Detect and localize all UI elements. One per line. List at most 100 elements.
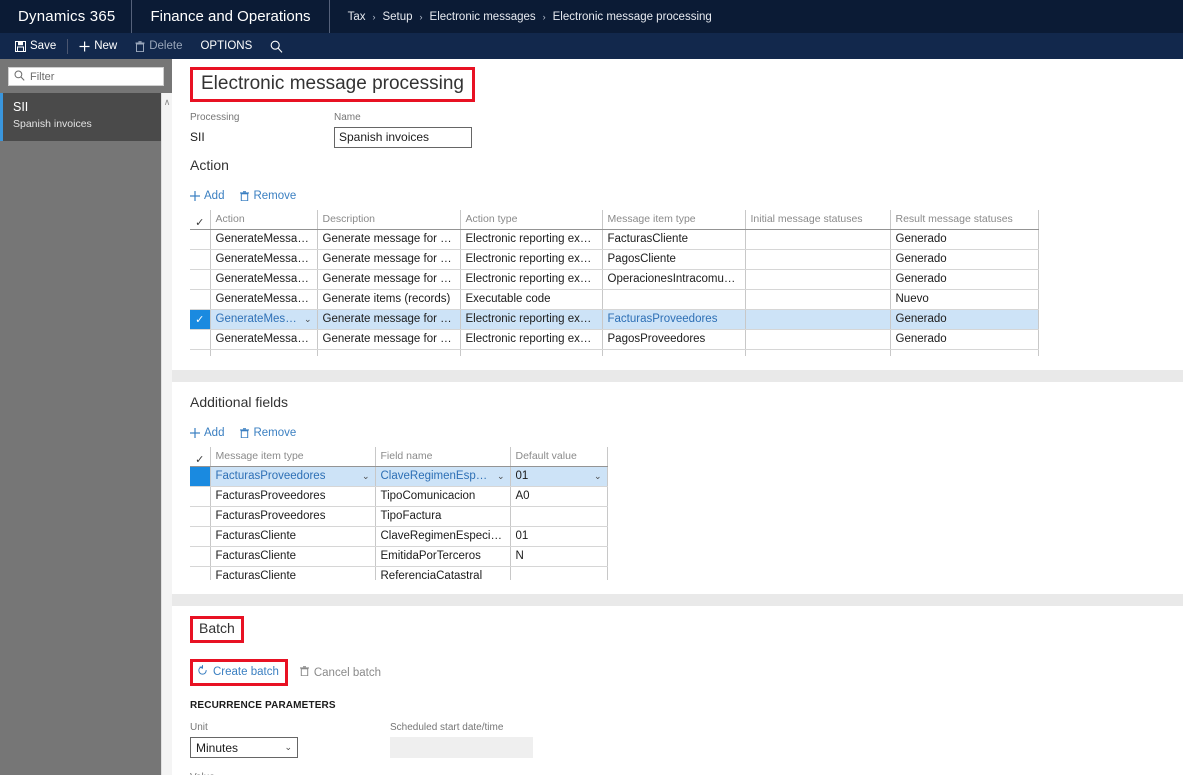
table-row[interactable]: GenerateMessageCP Generate message for C… [190, 249, 1039, 270]
cell-description[interactable]: Generate message for Vendor I... [317, 309, 461, 330]
addfields-col-field-name[interactable]: Field name [375, 447, 511, 467]
cell-message-item-type[interactable] [602, 349, 746, 356]
table-row[interactable]: FacturasCliente EmitidaPorTerceros N [190, 546, 608, 567]
chevron-up-icon[interactable]: ∧ [162, 93, 172, 109]
cell-message-item-type[interactable]: FacturasProveedores [210, 506, 376, 527]
cell-message-item-type[interactable] [602, 289, 746, 310]
panel-scrollbar[interactable]: ∧ [161, 93, 172, 775]
filter-input[interactable]: Filter [8, 67, 164, 86]
action-col-message-item-type[interactable]: Message item type [602, 210, 746, 230]
row-select-cell-checked[interactable]: ✓ [190, 309, 211, 330]
cell-field-name[interactable]: TipoFactura [375, 506, 511, 527]
breadcrumb-item-electronic-message-processing[interactable]: Electronic message processing [553, 11, 712, 23]
cell-description[interactable]: Generate message for Vendor p... [317, 329, 461, 350]
addfields-col-default-value[interactable]: Default value [510, 447, 608, 467]
chevron-down-icon-action[interactable]: ⌄ [304, 314, 312, 325]
cell-result-statuses[interactable]: Generado [890, 329, 1039, 350]
cell-message-item-type[interactable]: FacturasCliente [602, 229, 746, 250]
cell-message-item-type[interactable]: FacturasCliente [210, 526, 376, 547]
table-row-partial[interactable] [190, 349, 1039, 356]
row-select-cell[interactable] [190, 506, 211, 527]
cell-action-type[interactable]: Executable code [460, 289, 603, 310]
cell-initial-statuses[interactable] [745, 249, 891, 270]
chevron-down-icon-message-item-type[interactable]: ⌄ [362, 471, 370, 482]
action-col-initial-statuses[interactable]: Initial message statuses [745, 210, 891, 230]
unit-select[interactable]: Minutes ⌄ [190, 737, 298, 758]
name-input[interactable]: Spanish invoices [334, 127, 472, 148]
cell-field-name[interactable]: ReferenciaCatastral [375, 566, 511, 580]
row-select-cell[interactable] [190, 289, 211, 310]
row-select-cell[interactable] [190, 566, 211, 580]
cell-field-name[interactable]: ClaveRegimenEspecialOTrascen... [375, 526, 511, 547]
cell-description[interactable]: Generate message for Customer... [317, 229, 461, 250]
brand-dynamics-365[interactable]: Dynamics 365 [0, 0, 131, 33]
cell-message-item-type[interactable]: PagosProveedores [602, 329, 746, 350]
cell-default-value[interactable]: 01 [510, 526, 608, 547]
processing-value[interactable]: SII [190, 127, 310, 148]
table-row[interactable]: GenerateMessageIC Generate message for I… [190, 269, 1039, 290]
table-row[interactable]: FacturasCliente ClaveRegimenEspecialOTra… [190, 526, 608, 547]
scheduled-start-input[interactable] [390, 737, 533, 758]
cell-message-item-type[interactable]: FacturasProveedores [602, 309, 746, 330]
cell-result-statuses[interactable]: Generado [890, 229, 1039, 250]
cell-initial-statuses[interactable] [745, 229, 891, 250]
cell-field-name[interactable]: TipoComunicacion [375, 486, 511, 507]
breadcrumb-item-tax[interactable]: Tax [348, 11, 366, 23]
row-select-cell[interactable] [190, 526, 211, 547]
create-batch-button[interactable]: Create batch [213, 666, 279, 678]
cell-description[interactable]: Generate message for Customer... [317, 249, 461, 270]
cell-action-type[interactable] [460, 349, 603, 356]
table-row[interactable]: FacturasProveedores TipoFactura [190, 506, 608, 527]
options-tab[interactable]: OPTIONS [191, 33, 261, 59]
cell-field-name[interactable]: EmitidaPorTerceros [375, 546, 511, 567]
action-remove-button[interactable]: Remove [240, 190, 296, 202]
cell-action[interactable] [210, 349, 318, 356]
cell-message-item-type[interactable]: OperacionesIntracomunitarias [602, 269, 746, 290]
cell-action-type[interactable]: Electronic reporting export [460, 249, 603, 270]
cell-description[interactable]: Generate message for Intra-co... [317, 269, 461, 290]
action-col-result-statuses[interactable]: Result message statuses [890, 210, 1039, 230]
table-row[interactable]: GenerateMessageVP Generate message for V… [190, 329, 1039, 350]
save-button[interactable]: Save [6, 33, 65, 59]
cell-initial-statuses[interactable] [745, 309, 891, 330]
search-button[interactable] [261, 33, 292, 59]
cell-action-type[interactable]: Electronic reporting export [460, 269, 603, 290]
cell-message-item-type[interactable]: FacturasCliente [210, 546, 376, 567]
module-name-finance-operations[interactable]: Finance and Operations [132, 0, 328, 33]
row-select-cell[interactable] [190, 349, 211, 356]
delete-button[interactable]: Delete [126, 33, 191, 59]
row-select-cell[interactable] [190, 229, 211, 250]
row-select-cell[interactable] [190, 486, 211, 507]
cell-action-type[interactable]: Electronic reporting export [460, 309, 603, 330]
row-select-cell[interactable] [190, 269, 211, 290]
cell-default-value[interactable]: 01 ⌄ [510, 466, 608, 487]
cell-action-type[interactable]: Electronic reporting export [460, 229, 603, 250]
cell-description[interactable]: Generate items (records) [317, 289, 461, 310]
row-select-cell[interactable] [190, 466, 211, 487]
table-row-selected[interactable]: ✓ GenerateMessageVI ⌄ Generate message f… [190, 309, 1039, 330]
cell-message-item-type[interactable]: PagosCliente [602, 249, 746, 270]
breadcrumb-item-setup[interactable]: Setup [382, 11, 412, 23]
cell-result-statuses[interactable]: Nuevo [890, 289, 1039, 310]
action-col-action[interactable]: Action [210, 210, 318, 230]
cell-action[interactable]: GenerateMessageIC [210, 269, 318, 290]
cell-initial-statuses[interactable] [745, 269, 891, 290]
row-select-cell[interactable] [190, 329, 211, 350]
chevron-down-icon-unit[interactable]: ⌄ [284, 742, 292, 753]
cell-initial-statuses[interactable] [745, 329, 891, 350]
cell-result-statuses[interactable]: Generado [890, 309, 1039, 330]
cell-result-statuses[interactable] [890, 349, 1039, 356]
table-row[interactable]: GenerateMessageItem Generate items (reco… [190, 289, 1039, 310]
additional-fields-add-button[interactable]: Add [190, 427, 224, 439]
cancel-batch-button[interactable]: Cancel batch [299, 666, 381, 679]
cell-result-statuses[interactable]: Generado [890, 269, 1039, 290]
cell-action[interactable]: GenerateMessageItem [210, 289, 318, 310]
list-item-sii[interactable]: SII Spanish invoices [0, 93, 172, 141]
cell-field-name[interactable]: ClaveRegimenEspecialOTrascen... ⌄ [375, 466, 511, 487]
cell-default-value[interactable] [510, 506, 608, 527]
cell-action[interactable]: GenerateMessageVP [210, 329, 318, 350]
cell-initial-statuses[interactable] [745, 349, 891, 356]
cell-default-value[interactable]: A0 [510, 486, 608, 507]
cell-description[interactable] [317, 349, 461, 356]
cell-result-statuses[interactable]: Generado [890, 249, 1039, 270]
